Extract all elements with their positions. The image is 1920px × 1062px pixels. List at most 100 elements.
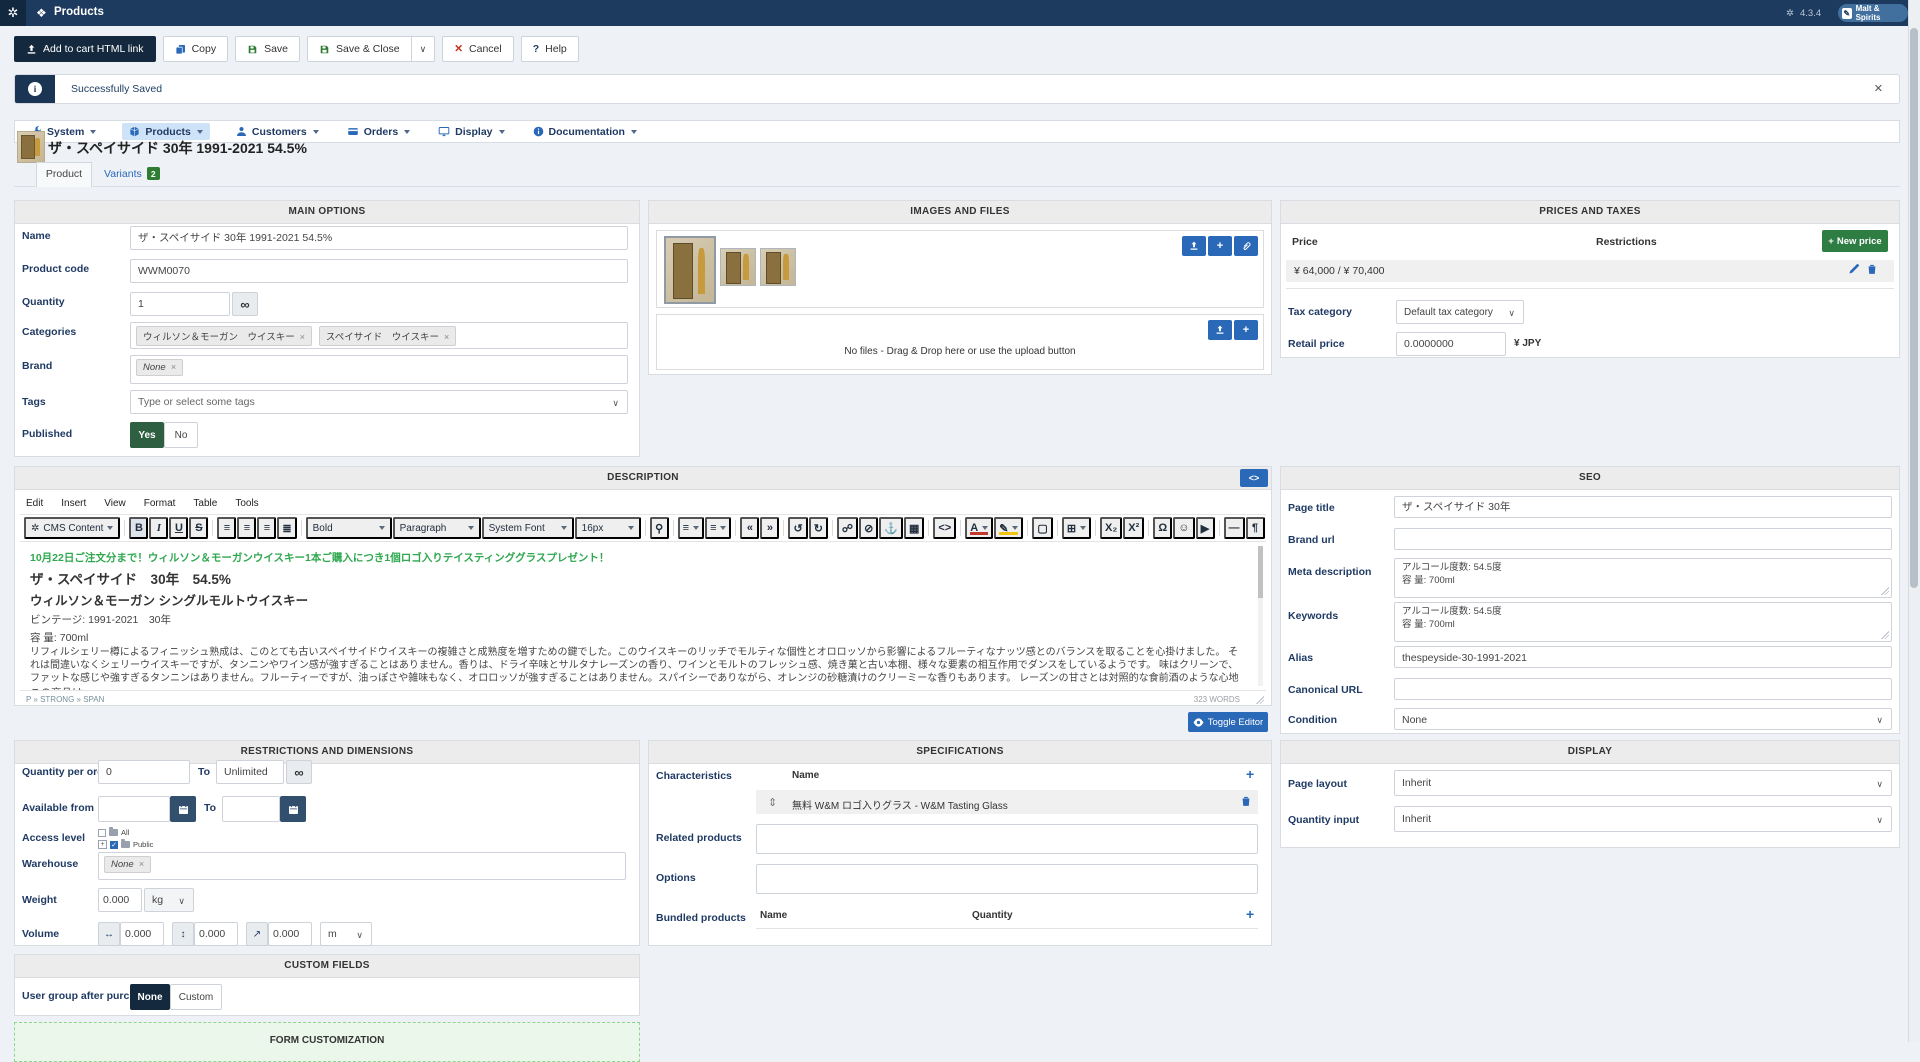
access-level-public-row[interactable]: +✓Public bbox=[98, 840, 153, 849]
editor-ltr-button[interactable]: ¶ bbox=[1246, 517, 1265, 539]
editor-fontsize-select-select[interactable]: 16px bbox=[575, 517, 641, 539]
editor-block-select-select[interactable]: Paragraph bbox=[393, 517, 481, 539]
weight-input[interactable]: 0.000 bbox=[98, 888, 142, 912]
tab-product[interactable]: Product bbox=[36, 162, 92, 187]
add-to-cart-html-link-button[interactable]: Add to cart HTML link bbox=[14, 36, 156, 62]
category-chip[interactable]: スペイサイド ウイスキー× bbox=[319, 326, 456, 346]
toggle-editor-button[interactable]: Toggle Editor bbox=[1188, 712, 1268, 732]
editor-unlink-button[interactable]: ⊘ bbox=[859, 517, 878, 539]
name-input[interactable]: ザ・スペイサイド 30年 1991-2021 54.5% bbox=[130, 226, 628, 250]
new-price-button[interactable]: +New price bbox=[1822, 230, 1888, 252]
files-dropzone[interactable] bbox=[656, 314, 1264, 370]
file-upload-button[interactable] bbox=[1208, 320, 1232, 340]
editor-redo-button[interactable]: ↻ bbox=[809, 517, 828, 539]
related-products-input[interactable] bbox=[756, 824, 1258, 854]
editor-align-center-button[interactable]: ≡ bbox=[237, 517, 256, 539]
meta-description-textarea[interactable]: アルコール度数: 54.5度 容 量: 700ml bbox=[1394, 558, 1892, 598]
qty-per-order-from-input[interactable]: 0 bbox=[98, 760, 190, 784]
qty-per-order-to-input[interactable]: Unlimited bbox=[216, 760, 284, 784]
volume-depth-input[interactable]: 0.000 bbox=[268, 922, 312, 946]
textarea-resize-grip[interactable] bbox=[1881, 631, 1889, 639]
editor-anchor-button[interactable]: ⚓ bbox=[879, 517, 903, 539]
user-group-none-button[interactable]: None bbox=[130, 984, 170, 1010]
editor-scrollbar[interactable] bbox=[1258, 546, 1263, 686]
editor-emoticons-button[interactable]: ☺ bbox=[1173, 517, 1194, 539]
warehouse-input[interactable]: None× bbox=[98, 852, 626, 880]
remove-chip-icon[interactable]: × bbox=[171, 362, 176, 372]
product-image-thumbnail[interactable] bbox=[760, 248, 796, 286]
add-bundled-product-icon[interactable]: + bbox=[1246, 906, 1254, 922]
save-options-caret-button[interactable]: ∨ bbox=[412, 36, 436, 62]
volume-unit-select[interactable]: m∨ bbox=[320, 922, 372, 946]
available-to-calendar-button[interactable] bbox=[280, 796, 306, 822]
editor-align-left-button[interactable]: ≡ bbox=[217, 517, 236, 539]
delete-characteristic-icon[interactable] bbox=[1240, 795, 1252, 807]
add-characteristic-icon[interactable]: + bbox=[1246, 766, 1254, 782]
editor-italic-button[interactable]: I bbox=[149, 517, 168, 539]
options-input[interactable] bbox=[756, 864, 1258, 894]
nav-item-orders[interactable]: Orders bbox=[345, 123, 412, 140]
editor-outdent-button[interactable]: « bbox=[740, 517, 759, 539]
seo-canonical-input[interactable] bbox=[1394, 678, 1892, 700]
preview-site-button[interactable]: ✎ Malt & Spirits bbox=[1838, 4, 1908, 22]
available-from-calendar-button[interactable] bbox=[170, 796, 196, 822]
editor-text-color-button[interactable]: A bbox=[965, 517, 993, 539]
textarea-resize-grip[interactable] bbox=[1881, 587, 1889, 595]
volume-height-input[interactable]: 0.000 bbox=[194, 922, 238, 946]
editor-content[interactable]: 10月22日ご注文分まで！ウィルソン＆モーガンウイスキー1本ご購入につき1個ロゴ… bbox=[20, 544, 1266, 690]
editor-horizontal-rule-button[interactable]: — bbox=[1224, 517, 1245, 539]
keywords-textarea[interactable]: アルコール度数: 54.5度 容 量: 700ml bbox=[1394, 602, 1892, 642]
editor-bullet-list-button[interactable]: ≡ bbox=[678, 517, 704, 539]
editor-align-right-button[interactable]: ≡ bbox=[257, 517, 276, 539]
remove-chip-icon[interactable]: × bbox=[444, 332, 449, 342]
checkbox-unchecked[interactable] bbox=[98, 829, 106, 837]
tax-category-select[interactable]: Default tax category ∨ bbox=[1396, 300, 1524, 324]
product-image-thumbnail[interactable] bbox=[664, 236, 716, 304]
category-chip[interactable]: ウィルソン＆モーガン ウイスキー× bbox=[136, 326, 312, 346]
editor-undo-button[interactable]: ↺ bbox=[788, 517, 807, 539]
editor-highlight-color-button[interactable]: ✎ bbox=[994, 517, 1023, 539]
alert-close-icon[interactable]: ✕ bbox=[1874, 82, 1883, 95]
editor-menu-tools[interactable]: Tools bbox=[235, 498, 258, 509]
editor-superscript-button[interactable]: X² bbox=[1123, 517, 1144, 539]
editor-table-button[interactable]: ⊞ bbox=[1062, 517, 1091, 539]
help-button[interactable]: ? Help bbox=[521, 36, 579, 62]
expand-icon[interactable]: + bbox=[98, 840, 107, 849]
drag-handle-icon[interactable]: ⇕ bbox=[768, 796, 777, 809]
editor-fullscreen-button[interactable]: ▢ bbox=[1032, 517, 1052, 539]
save-button[interactable]: Save bbox=[235, 36, 300, 62]
available-to-input[interactable] bbox=[222, 796, 280, 822]
editor-subscript-button[interactable]: X₂ bbox=[1100, 517, 1122, 539]
delete-price-icon[interactable] bbox=[1866, 263, 1878, 275]
page-scrollbar-thumb[interactable] bbox=[1910, 28, 1918, 588]
editor-image-button[interactable]: ▦ bbox=[904, 517, 924, 539]
weight-unit-select[interactable]: kg∨ bbox=[144, 888, 194, 912]
brand-chip[interactable]: None× bbox=[136, 359, 183, 376]
editor-media-button[interactable]: ▶ bbox=[1196, 517, 1215, 539]
editor-numbered-list-button[interactable]: ≡ bbox=[705, 517, 731, 539]
quantity-unlimited-button[interactable]: ∞ bbox=[232, 292, 258, 316]
product-code-input[interactable]: WWM0070 bbox=[130, 259, 628, 283]
qty-unlimited-button[interactable]: ∞ bbox=[286, 760, 312, 784]
copy-button[interactable]: Copy bbox=[163, 36, 229, 62]
image-upload-button[interactable] bbox=[1182, 236, 1206, 256]
quantity-input-select[interactable]: Inherit∨ bbox=[1394, 806, 1892, 832]
quantity-input[interactable]: 1 bbox=[130, 292, 230, 316]
published-yes-button[interactable]: Yes bbox=[130, 422, 164, 448]
tags-select[interactable]: Type or select some tags ∨ bbox=[130, 390, 628, 414]
published-no-button[interactable]: No bbox=[164, 422, 198, 448]
editor-search-button[interactable]: ⚲ bbox=[650, 517, 669, 539]
save-and-close-button[interactable]: Save & Close bbox=[307, 36, 412, 62]
retail-price-input[interactable]: 0.0000000 bbox=[1396, 332, 1506, 356]
editor-underline-button[interactable]: U bbox=[169, 517, 188, 539]
editor-strikethrough-button[interactable]: S bbox=[189, 517, 208, 539]
seo-page-title-input[interactable]: ザ・スペイサイド 30年 bbox=[1394, 496, 1892, 518]
editor-font-select-select[interactable]: System Font bbox=[482, 517, 574, 539]
page-layout-select[interactable]: Inherit∨ bbox=[1394, 770, 1892, 796]
categories-input[interactable]: ウィルソン＆モーガン ウイスキー× スペイサイド ウイスキー× bbox=[130, 322, 628, 349]
warehouse-chip[interactable]: None× bbox=[104, 856, 151, 873]
image-link-button[interactable] bbox=[1234, 236, 1258, 256]
editor-bold-button[interactable]: B bbox=[129, 517, 148, 539]
editor-menu-view[interactable]: View bbox=[104, 498, 126, 509]
joomla-logo-icon[interactable]: ✲ bbox=[0, 0, 26, 26]
